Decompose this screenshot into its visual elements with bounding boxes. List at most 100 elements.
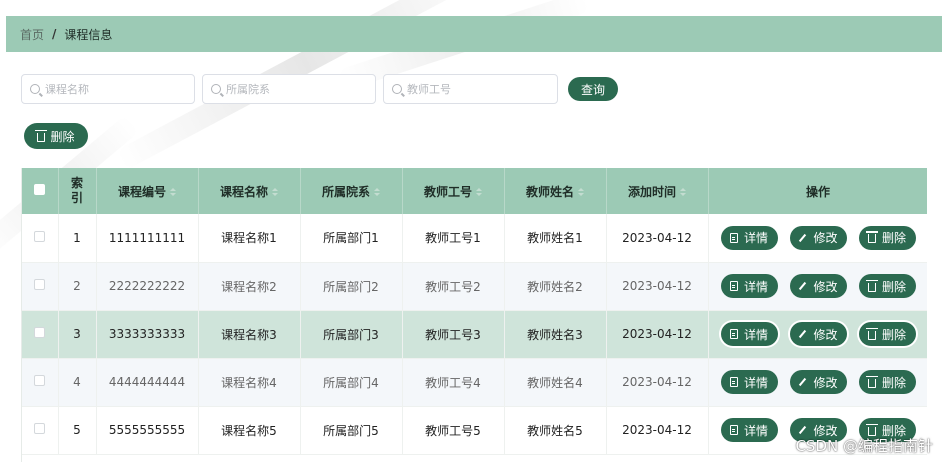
- delete-button[interactable]: 删除: [858, 322, 916, 346]
- trash-icon: [865, 279, 878, 292]
- teacher-id-input[interactable]: [407, 82, 547, 96]
- detail-button[interactable]: 详情: [720, 370, 778, 394]
- department-input[interactable]: [226, 82, 366, 96]
- sort-icon[interactable]: [476, 188, 482, 196]
- row-select-cell[interactable]: [22, 358, 59, 407]
- row-select-cell[interactable]: [22, 262, 59, 311]
- sort-icon[interactable]: [272, 188, 278, 196]
- document-icon: [729, 329, 738, 339]
- cell-added-time: 2023-04-12: [606, 262, 709, 311]
- row-checkbox[interactable]: [34, 279, 46, 290]
- row-actions-cell: 详情 修改 删除: [708, 310, 927, 359]
- header-course-name[interactable]: 课程名称: [198, 168, 301, 214]
- edit-button[interactable]: 修改: [789, 370, 847, 394]
- row-actions: 详情 修改 删除: [709, 359, 928, 406]
- breadcrumb-separator: /: [52, 27, 57, 41]
- cell-added-time: 2023-04-12: [606, 214, 709, 263]
- department-search[interactable]: [202, 74, 376, 104]
- row-select-cell[interactable]: [22, 214, 59, 263]
- edit-button[interactable]: 修改: [789, 274, 847, 298]
- breadcrumb-current: 课程信息: [64, 27, 113, 42]
- detail-button-label: 详情: [743, 279, 768, 294]
- delete-button[interactable]: 删除: [858, 225, 916, 250]
- detail-button[interactable]: 详情: [720, 418, 778, 442]
- row-checkbox[interactable]: [34, 423, 46, 434]
- cell-index: 3: [58, 310, 97, 359]
- row-actions: 详情 修改 删除: [709, 214, 928, 261]
- detail-button[interactable]: 详情: [720, 274, 778, 298]
- cell-added-time: 2023-04-12: [606, 358, 709, 407]
- sort-icon[interactable]: [170, 188, 176, 196]
- header-index: 索引: [58, 168, 97, 214]
- query-button[interactable]: 查询: [568, 77, 618, 101]
- table-row[interactable]: 2 2222222222 课程名称2 所属部门2 教师工号2 教师姓名2 2023-04-1…: [22, 262, 928, 311]
- detail-button-label: 详情: [743, 327, 768, 342]
- row-actions-cell: 详情 修改 删除: [708, 358, 928, 407]
- query-button-label: 查询: [580, 82, 605, 97]
- table-body: 1 1111111111 课程名称1 所属部门1 教师工号1 教师姓名1 2023-04-1…: [22, 214, 928, 455]
- table-row[interactable]: 3 3333333333 课程名称3 所属部门3 教师工号3 教师姓名3 2023-04-1…: [22, 310, 927, 359]
- course-table: 索引 课程编号 课程名称 所属院系 教师工号 教师姓名 添加时间 操作 1 111…: [21, 168, 927, 462]
- header-teacher-id-label: 教师工号: [423, 184, 472, 199]
- batch-delete-button[interactable]: 删除: [24, 123, 88, 149]
- sort-icon[interactable]: [374, 188, 380, 196]
- cell-course-name: 课程名称1: [198, 214, 301, 263]
- delete-button[interactable]: 删除: [858, 274, 916, 298]
- pencil-icon: [799, 281, 807, 291]
- row-select-cell[interactable]: [22, 310, 59, 359]
- select-all-checkbox[interactable]: [34, 184, 46, 195]
- cell-department: 所属部门2: [300, 262, 403, 311]
- table-row[interactable]: 4 4444444444 课程名称4 所属部门4 教师工号4 教师姓名4 2023-04-1…: [22, 358, 928, 407]
- detail-button-label: 详情: [743, 231, 768, 246]
- header-teacher-id[interactable]: 教师工号: [402, 168, 505, 214]
- table-header-row: 索引 课程编号 课程名称 所属院系 教师工号 教师姓名 添加时间 操作: [22, 168, 927, 214]
- sort-icon[interactable]: [680, 188, 686, 196]
- header-course-name-label: 课程名称: [219, 184, 268, 199]
- row-checkbox[interactable]: [34, 327, 46, 338]
- row-actions-cell: 详情 修改 删除: [708, 262, 928, 311]
- detail-button[interactable]: 详情: [720, 225, 778, 250]
- cell-course-name: 课程名称5: [198, 406, 301, 455]
- header-teacher-name[interactable]: 教师姓名: [504, 168, 607, 214]
- cell-course-name: 课程名称3: [198, 310, 301, 359]
- cell-added-time: 2023-04-12: [606, 406, 709, 455]
- cell-teacher-name: 教师姓名3: [504, 310, 607, 359]
- trash-icon: [865, 327, 878, 340]
- header-department[interactable]: 所属院系: [300, 168, 403, 214]
- delete-button[interactable]: 删除: [858, 370, 916, 394]
- row-select-cell[interactable]: [22, 406, 59, 455]
- row-checkbox[interactable]: [34, 230, 46, 242]
- header-actions: 操作: [708, 168, 927, 214]
- course-name-search[interactable]: [21, 74, 195, 104]
- header-course-code-label: 课程编号: [117, 184, 166, 199]
- edit-button-label: 修改: [813, 375, 838, 390]
- detail-button-label: 详情: [743, 375, 768, 390]
- pencil-icon: [799, 329, 807, 339]
- search-icon: [211, 84, 221, 94]
- delete-button-label: 删除: [881, 375, 906, 390]
- edit-button[interactable]: 修改: [789, 225, 847, 250]
- cell-teacher-id: 教师工号1: [402, 214, 505, 263]
- cell-teacher-id: 教师工号4: [402, 358, 505, 407]
- teacher-id-search[interactable]: [383, 74, 558, 104]
- course-name-input[interactable]: [45, 82, 185, 96]
- trash-icon: [35, 129, 48, 142]
- select-all-header[interactable]: [22, 168, 59, 214]
- row-checkbox[interactable]: [34, 375, 46, 386]
- table-row[interactable]: 1 1111111111 课程名称1 所属部门1 教师工号1 教师姓名1 2023-04-1…: [22, 214, 928, 263]
- sort-icon[interactable]: [578, 188, 584, 196]
- header-added-time[interactable]: 添加时间: [606, 168, 709, 214]
- header-added-time-label: 添加时间: [627, 184, 676, 199]
- edit-button[interactable]: 修改: [789, 322, 847, 346]
- header-course-code[interactable]: 课程编号: [96, 168, 199, 214]
- detail-button[interactable]: 详情: [720, 322, 778, 346]
- document-icon: [729, 232, 738, 243]
- trash-icon: [865, 375, 878, 388]
- delete-button-label: 删除: [881, 231, 906, 246]
- cell-course-code: 2222222222: [96, 262, 199, 311]
- breadcrumb-home-link[interactable]: 首页: [20, 26, 44, 43]
- search-icon: [392, 84, 402, 94]
- table-row[interactable]: 5 5555555555 课程名称5 所属部门5 教师工号5 教师姓名5 2023-04-1…: [22, 406, 927, 455]
- row-actions: 详情 修改 删除: [709, 263, 928, 310]
- cell-index: 2: [58, 262, 97, 311]
